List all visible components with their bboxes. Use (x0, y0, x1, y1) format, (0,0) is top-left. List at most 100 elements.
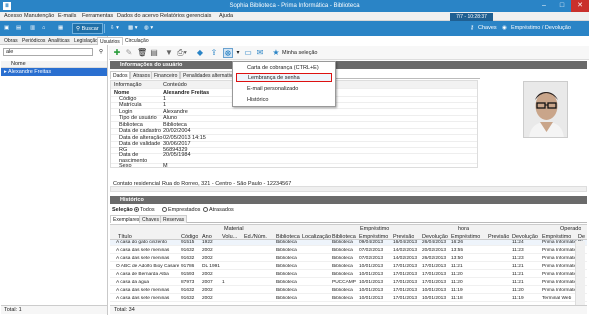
table-cell: 2002 (202, 248, 213, 253)
table-row[interactable]: A casa das sete meninas 91632 2002 Bibliote… (110, 288, 587, 294)
print-icon[interactable]: ▥ (30, 23, 35, 34)
table-cell: Biblioteca (332, 248, 353, 253)
search-button[interactable]: ⚲ Buscar (72, 23, 103, 34)
user-arrow-icon: ▸ (4, 69, 8, 75)
print-icon[interactable]: ⎙▾ (177, 48, 187, 58)
add-icon[interactable]: ✚ (112, 48, 122, 58)
menu-emails[interactable]: E-mails (58, 13, 76, 20)
loan-return-button[interactable]: Empréstimo / Devolução (511, 23, 571, 34)
list-item-selected[interactable]: ▸ Alexandre Freitas (1, 68, 107, 76)
tab-obras[interactable]: Obras (2, 37, 20, 45)
tab-penalidades[interactable]: Penalidades alternativ (180, 71, 236, 79)
table-cell: 11:20 (512, 288, 524, 293)
search-icon[interactable]: ⚲ (96, 48, 106, 56)
chaves-button[interactable]: Chaves (478, 23, 497, 34)
table-cell: 13:55 (451, 248, 464, 253)
table-cell: 07/02/2013 (359, 248, 384, 253)
user-actions-icon[interactable]: ☸ (223, 48, 233, 58)
maximize-icon[interactable]: □ (553, 0, 571, 12)
tab-circulacao[interactable]: Circulação (123, 37, 151, 45)
minha-selecao-button[interactable]: Minha seleção (282, 50, 317, 56)
tab-financeiro[interactable]: Financeiro (151, 71, 181, 79)
radio-todos[interactable]: Todos (134, 207, 155, 213)
open-icon[interactable]: ▤ (16, 23, 21, 34)
menu-item-lembranca-senha[interactable]: Lembrança de senha (236, 73, 332, 82)
grid-icon[interactable]: ▩ ▾ (128, 23, 138, 34)
table-cell: 17/01/2013 (393, 288, 418, 293)
history-scrollbar[interactable] (575, 241, 585, 305)
menu-item-carta-cobranca[interactable]: Carta de cobrança (CTRL+E) (236, 64, 332, 73)
close-icon[interactable]: ✕ (571, 0, 589, 12)
table-row[interactable]: A casa de Bernarda Alba 91593 2002 Bibliote… (110, 272, 587, 278)
table-row[interactable]: A casa da água 87973 2007 1 Biblioteca PUCCAM… (110, 280, 587, 286)
history-section-header: Histórico (110, 196, 587, 204)
table-row[interactable]: A casa do gato cinzento 91515 1922 Bibliote… (110, 240, 587, 246)
menu-ferramentas[interactable]: Ferramentas (82, 13, 113, 20)
table-row[interactable]: A casa das sete meninas 91632 2002 Bibliote… (110, 248, 587, 254)
tab-periodicos[interactable]: Periódicos (20, 37, 47, 45)
table-cell: Biblioteca (332, 296, 353, 301)
table-cell: 87973 (181, 280, 195, 285)
table-cell: 2007 (202, 280, 213, 285)
menu-ajuda[interactable]: Ajuda (219, 13, 233, 20)
tab-atrasos[interactable]: Atrasos (130, 71, 153, 79)
radio-emprestados[interactable]: Emprestados (162, 207, 200, 213)
clipboard-icon[interactable]: ▭ (243, 48, 253, 58)
table-cell: 11:21 (512, 272, 524, 277)
table-row[interactable]: O ABC de Adolfo Bioy Casares 91786 DL 1991… (110, 264, 587, 270)
filter-icon[interactable]: ▼ (164, 48, 174, 58)
radio-atrasados[interactable]: Atrasados (203, 207, 234, 213)
table-row[interactable]: A casa das sete meninas 91632 2002 Bibliote… (110, 256, 587, 262)
export-icon[interactable]: ⇪ (209, 48, 219, 58)
key-icon[interactable]: ⚷ (470, 23, 474, 34)
table-cell: 07/02/2013 (359, 256, 384, 261)
table-cell: A casa das sete meninas (116, 288, 170, 293)
tab-usuarios[interactable]: Usuários (97, 37, 123, 45)
menu-relatorios[interactable]: Relatórios gerenciais (160, 13, 211, 20)
user-search-input[interactable]: ale (3, 48, 93, 56)
history-grid-header: Material Empréstimo hora Operado Título … (110, 224, 587, 240)
save-icon[interactable]: ▤ (149, 48, 159, 58)
table-cell: 11:19 (512, 296, 524, 301)
table-cell: 26/04/2013 (422, 240, 447, 245)
tab-chaves[interactable]: Chaves (139, 215, 162, 223)
table-cell: Biblioteca (276, 240, 297, 245)
menu-item-historico[interactable]: Histórico (236, 96, 332, 105)
table-cell: 11:20 (451, 272, 463, 277)
menu-acesso[interactable]: Acesso (4, 13, 22, 20)
table-cell: 20/02/2013 (422, 248, 447, 253)
chevron-down-icon[interactable]: ▾ (233, 48, 243, 58)
tab-reservas[interactable]: Reservas (160, 215, 188, 223)
menu-item-email-personalizado[interactable]: E-mail personalizado (236, 85, 332, 94)
library-icon[interactable]: ▦ (58, 23, 63, 34)
window-title: Sophia Biblioteca - Prima Informática - … (229, 3, 360, 9)
star-icon[interactable]: ★ (271, 48, 281, 58)
menu-dados-acervo[interactable]: Dados do acervo (117, 13, 159, 20)
table-cell: Prima Informática (542, 264, 577, 269)
tab-dados[interactable]: Dados (110, 71, 131, 79)
info-scrollbar[interactable] (110, 186, 587, 192)
user-toolbar: ✚ ✎ 🗑 ▤ ▼ ⎙▾ ◆ ⇪ ☸ ▾ ▭ ✉ ★ Minha seleção (109, 46, 589, 60)
tab-exemplares[interactable]: Exemplares (110, 215, 143, 223)
table-cell: 91632 (181, 288, 195, 293)
history-tabs: Exemplares Chaves Reservas (110, 214, 587, 223)
table-cell: 91632 (181, 248, 195, 253)
tag-icon[interactable]: ◆ (195, 48, 205, 58)
minimize-icon[interactable]: – (535, 0, 553, 12)
edit-icon[interactable]: ✎ (124, 48, 134, 58)
loan-icon[interactable]: ◉ (502, 23, 507, 34)
table-row[interactable]: A casa das sete meninas 91632 2002 Bibliote… (110, 296, 587, 302)
table-cell: Biblioteca (332, 256, 353, 261)
table-cell: A casa de Bernarda Alba (116, 272, 169, 277)
globe-icon[interactable]: ◍ ▾ (144, 23, 153, 34)
new-icon[interactable]: ▣ (4, 23, 9, 34)
table-cell: Prima Informática (542, 248, 577, 253)
delete-icon[interactable]: 🗑 (137, 48, 147, 58)
menu-manutencao[interactable]: Manutenção (24, 13, 54, 20)
tab-legislacao[interactable]: Legislação (72, 37, 100, 45)
home-icon[interactable]: ⌂ (42, 23, 45, 34)
tab-analiticas[interactable]: Analíticas (46, 37, 72, 45)
download-icon[interactable]: ⇩ ▾ (110, 23, 119, 34)
message-icon[interactable]: ✉ (255, 48, 265, 58)
group-emprestimo: Empréstimo (360, 226, 390, 232)
